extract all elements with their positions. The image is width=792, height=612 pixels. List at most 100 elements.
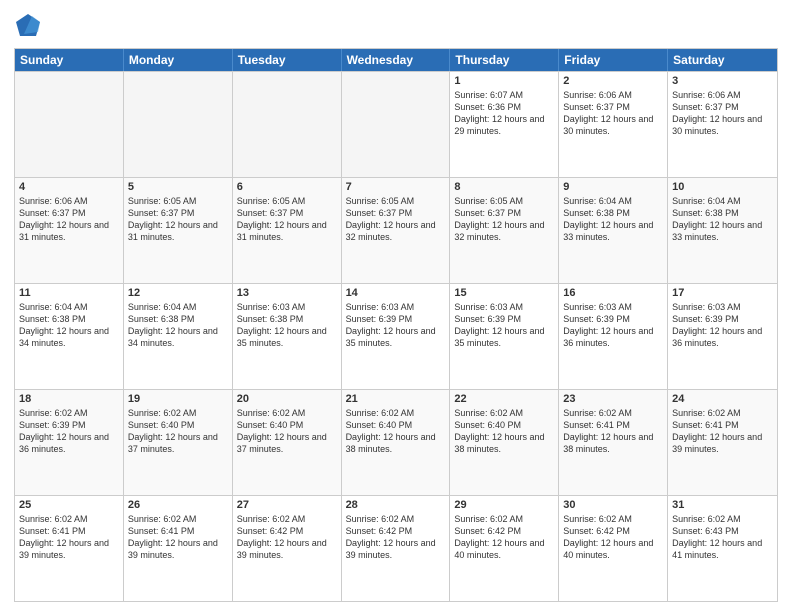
- day-number: 1: [454, 75, 554, 87]
- cell-info: Sunrise: 6:02 AM Sunset: 6:41 PM Dayligh…: [563, 407, 663, 456]
- day-number: 20: [237, 393, 337, 405]
- calendar-cell: 10 Sunrise: 6:04 AM Sunset: 6:38 PM Dayli…: [668, 178, 777, 283]
- day-number: 7: [346, 181, 446, 193]
- cell-info: Sunrise: 6:04 AM Sunset: 6:38 PM Dayligh…: [563, 195, 663, 244]
- day-number: 13: [237, 287, 337, 299]
- calendar-cell: 7 Sunrise: 6:05 AM Sunset: 6:37 PM Daylig…: [342, 178, 451, 283]
- header-day-friday: Friday: [559, 49, 668, 71]
- calendar-cell: [124, 72, 233, 177]
- calendar-cell: 8 Sunrise: 6:05 AM Sunset: 6:37 PM Daylig…: [450, 178, 559, 283]
- day-number: 29: [454, 499, 554, 511]
- cell-info: Sunrise: 6:03 AM Sunset: 6:39 PM Dayligh…: [454, 301, 554, 350]
- cell-info: Sunrise: 6:02 AM Sunset: 6:40 PM Dayligh…: [128, 407, 228, 456]
- calendar-cell: 12Sunrise: 6:04 AM Sunset: 6:38 PM Dayli…: [124, 284, 233, 389]
- day-number: 18: [19, 393, 119, 405]
- calendar-cell: 24 Sunrise: 6:02 AM Sunset: 6:41 PM Dayli…: [668, 390, 777, 495]
- calendar-cell: 26 Sunrise: 6:02 AM Sunset: 6:41 PM Dayli…: [124, 496, 233, 601]
- calendar-cell: 5Sunrise: 6:05 AM Sunset: 6:37 PM Daylig…: [124, 178, 233, 283]
- cell-info: Sunrise: 6:02 AM Sunset: 6:40 PM Dayligh…: [454, 407, 554, 456]
- calendar-cell: 30Sunrise: 6:02 AM Sunset: 6:42 PM Dayli…: [559, 496, 668, 601]
- calendar-week-5: 25Sunrise: 6:02 AM Sunset: 6:41 PM Dayli…: [15, 495, 777, 601]
- day-number: 24: [672, 393, 773, 405]
- cell-info: Sunrise: 6:05 AM Sunset: 6:37 PM Dayligh…: [237, 195, 337, 244]
- cell-info: Sunrise: 6:02 AM Sunset: 6:42 PM Dayligh…: [237, 513, 337, 562]
- calendar-cell: 28 Sunrise: 6:02 AM Sunset: 6:42 PM Dayli…: [342, 496, 451, 601]
- header-day-sunday: Sunday: [15, 49, 124, 71]
- header-day-monday: Monday: [124, 49, 233, 71]
- cell-info: Sunrise: 6:07 AM Sunset: 6:36 PM Dayligh…: [454, 89, 554, 138]
- cell-info: Sunrise: 6:02 AM Sunset: 6:41 PM Dayligh…: [672, 407, 773, 456]
- cell-info: Sunrise: 6:04 AM Sunset: 6:38 PM Dayligh…: [19, 301, 119, 350]
- cell-info: Sunrise: 6:02 AM Sunset: 6:39 PM Dayligh…: [19, 407, 119, 456]
- day-number: 27: [237, 499, 337, 511]
- cell-info: Sunrise: 6:02 AM Sunset: 6:41 PM Dayligh…: [19, 513, 119, 562]
- calendar-body: 1 Sunrise: 6:07 AM Sunset: 6:36 PM Daylig…: [15, 71, 777, 601]
- day-number: 3: [672, 75, 773, 87]
- day-number: 15: [454, 287, 554, 299]
- calendar-cell: 15 Sunrise: 6:03 AM Sunset: 6:39 PM Dayli…: [450, 284, 559, 389]
- cell-info: Sunrise: 6:02 AM Sunset: 6:40 PM Dayligh…: [237, 407, 337, 456]
- calendar-cell: 29 Sunrise: 6:02 AM Sunset: 6:42 PM Dayli…: [450, 496, 559, 601]
- cell-info: Sunrise: 6:05 AM Sunset: 6:37 PM Dayligh…: [346, 195, 446, 244]
- day-number: 16: [563, 287, 663, 299]
- cell-info: Sunrise: 6:03 AM Sunset: 6:39 PM Dayligh…: [346, 301, 446, 350]
- logo: [14, 12, 45, 40]
- calendar-header-row: SundayMondayTuesdayWednesdayThursdayFrid…: [15, 49, 777, 71]
- page: SundayMondayTuesdayWednesdayThursdayFrid…: [0, 0, 792, 612]
- day-number: 19: [128, 393, 228, 405]
- cell-info: Sunrise: 6:06 AM Sunset: 6:37 PM Dayligh…: [563, 89, 663, 138]
- cell-info: Sunrise: 6:04 AM Sunset: 6:38 PM Dayligh…: [128, 301, 228, 350]
- calendar-cell: 6 Sunrise: 6:05 AM Sunset: 6:37 PM Daylig…: [233, 178, 342, 283]
- header-day-tuesday: Tuesday: [233, 49, 342, 71]
- calendar-week-4: 18 Sunrise: 6:02 AM Sunset: 6:39 PM Dayli…: [15, 389, 777, 495]
- calendar-cell: 31Sunrise: 6:02 AM Sunset: 6:43 PM Dayli…: [668, 496, 777, 601]
- day-number: 14: [346, 287, 446, 299]
- day-number: 11: [19, 287, 119, 299]
- day-number: 26: [128, 499, 228, 511]
- cell-info: Sunrise: 6:02 AM Sunset: 6:42 PM Dayligh…: [346, 513, 446, 562]
- day-number: 17: [672, 287, 773, 299]
- day-number: 9: [563, 181, 663, 193]
- calendar-cell: 4Sunrise: 6:06 AM Sunset: 6:37 PM Daylig…: [15, 178, 124, 283]
- header-day-wednesday: Wednesday: [342, 49, 451, 71]
- cell-info: Sunrise: 6:02 AM Sunset: 6:42 PM Dayligh…: [454, 513, 554, 562]
- cell-info: Sunrise: 6:03 AM Sunset: 6:39 PM Dayligh…: [672, 301, 773, 350]
- calendar-cell: 25Sunrise: 6:02 AM Sunset: 6:41 PM Dayli…: [15, 496, 124, 601]
- cell-info: Sunrise: 6:03 AM Sunset: 6:39 PM Dayligh…: [563, 301, 663, 350]
- day-number: 21: [346, 393, 446, 405]
- calendar-cell: 3 Sunrise: 6:06 AM Sunset: 6:37 PM Daylig…: [668, 72, 777, 177]
- day-number: 28: [346, 499, 446, 511]
- cell-info: Sunrise: 6:02 AM Sunset: 6:41 PM Dayligh…: [128, 513, 228, 562]
- calendar-cell: 18 Sunrise: 6:02 AM Sunset: 6:39 PM Dayli…: [15, 390, 124, 495]
- logo-icon: [14, 12, 42, 40]
- cell-info: Sunrise: 6:05 AM Sunset: 6:37 PM Dayligh…: [454, 195, 554, 244]
- calendar-cell: 21 Sunrise: 6:02 AM Sunset: 6:40 PM Dayli…: [342, 390, 451, 495]
- calendar-cell: 13Sunrise: 6:03 AM Sunset: 6:38 PM Dayli…: [233, 284, 342, 389]
- calendar-week-2: 4Sunrise: 6:06 AM Sunset: 6:37 PM Daylig…: [15, 177, 777, 283]
- calendar-cell: 19 Sunrise: 6:02 AM Sunset: 6:40 PM Dayli…: [124, 390, 233, 495]
- cell-info: Sunrise: 6:02 AM Sunset: 6:43 PM Dayligh…: [672, 513, 773, 562]
- day-number: 22: [454, 393, 554, 405]
- header: [14, 12, 778, 40]
- day-number: 23: [563, 393, 663, 405]
- calendar-week-1: 1 Sunrise: 6:07 AM Sunset: 6:36 PM Daylig…: [15, 71, 777, 177]
- calendar-cell: 2Sunrise: 6:06 AM Sunset: 6:37 PM Daylig…: [559, 72, 668, 177]
- calendar-cell: 16 Sunrise: 6:03 AM Sunset: 6:39 PM Dayli…: [559, 284, 668, 389]
- day-number: 8: [454, 181, 554, 193]
- calendar-cell: 23 Sunrise: 6:02 AM Sunset: 6:41 PM Dayli…: [559, 390, 668, 495]
- calendar: SundayMondayTuesdayWednesdayThursdayFrid…: [14, 48, 778, 602]
- calendar-cell: [15, 72, 124, 177]
- cell-info: Sunrise: 6:04 AM Sunset: 6:38 PM Dayligh…: [672, 195, 773, 244]
- day-number: 6: [237, 181, 337, 193]
- calendar-cell: 11 Sunrise: 6:04 AM Sunset: 6:38 PM Dayli…: [15, 284, 124, 389]
- header-day-saturday: Saturday: [668, 49, 777, 71]
- day-number: 10: [672, 181, 773, 193]
- cell-info: Sunrise: 6:02 AM Sunset: 6:40 PM Dayligh…: [346, 407, 446, 456]
- calendar-cell: 9 Sunrise: 6:04 AM Sunset: 6:38 PM Daylig…: [559, 178, 668, 283]
- calendar-cell: [233, 72, 342, 177]
- cell-info: Sunrise: 6:06 AM Sunset: 6:37 PM Dayligh…: [672, 89, 773, 138]
- calendar-cell: [342, 72, 451, 177]
- header-day-thursday: Thursday: [450, 49, 559, 71]
- cell-info: Sunrise: 6:06 AM Sunset: 6:37 PM Dayligh…: [19, 195, 119, 244]
- cell-info: Sunrise: 6:05 AM Sunset: 6:37 PM Dayligh…: [128, 195, 228, 244]
